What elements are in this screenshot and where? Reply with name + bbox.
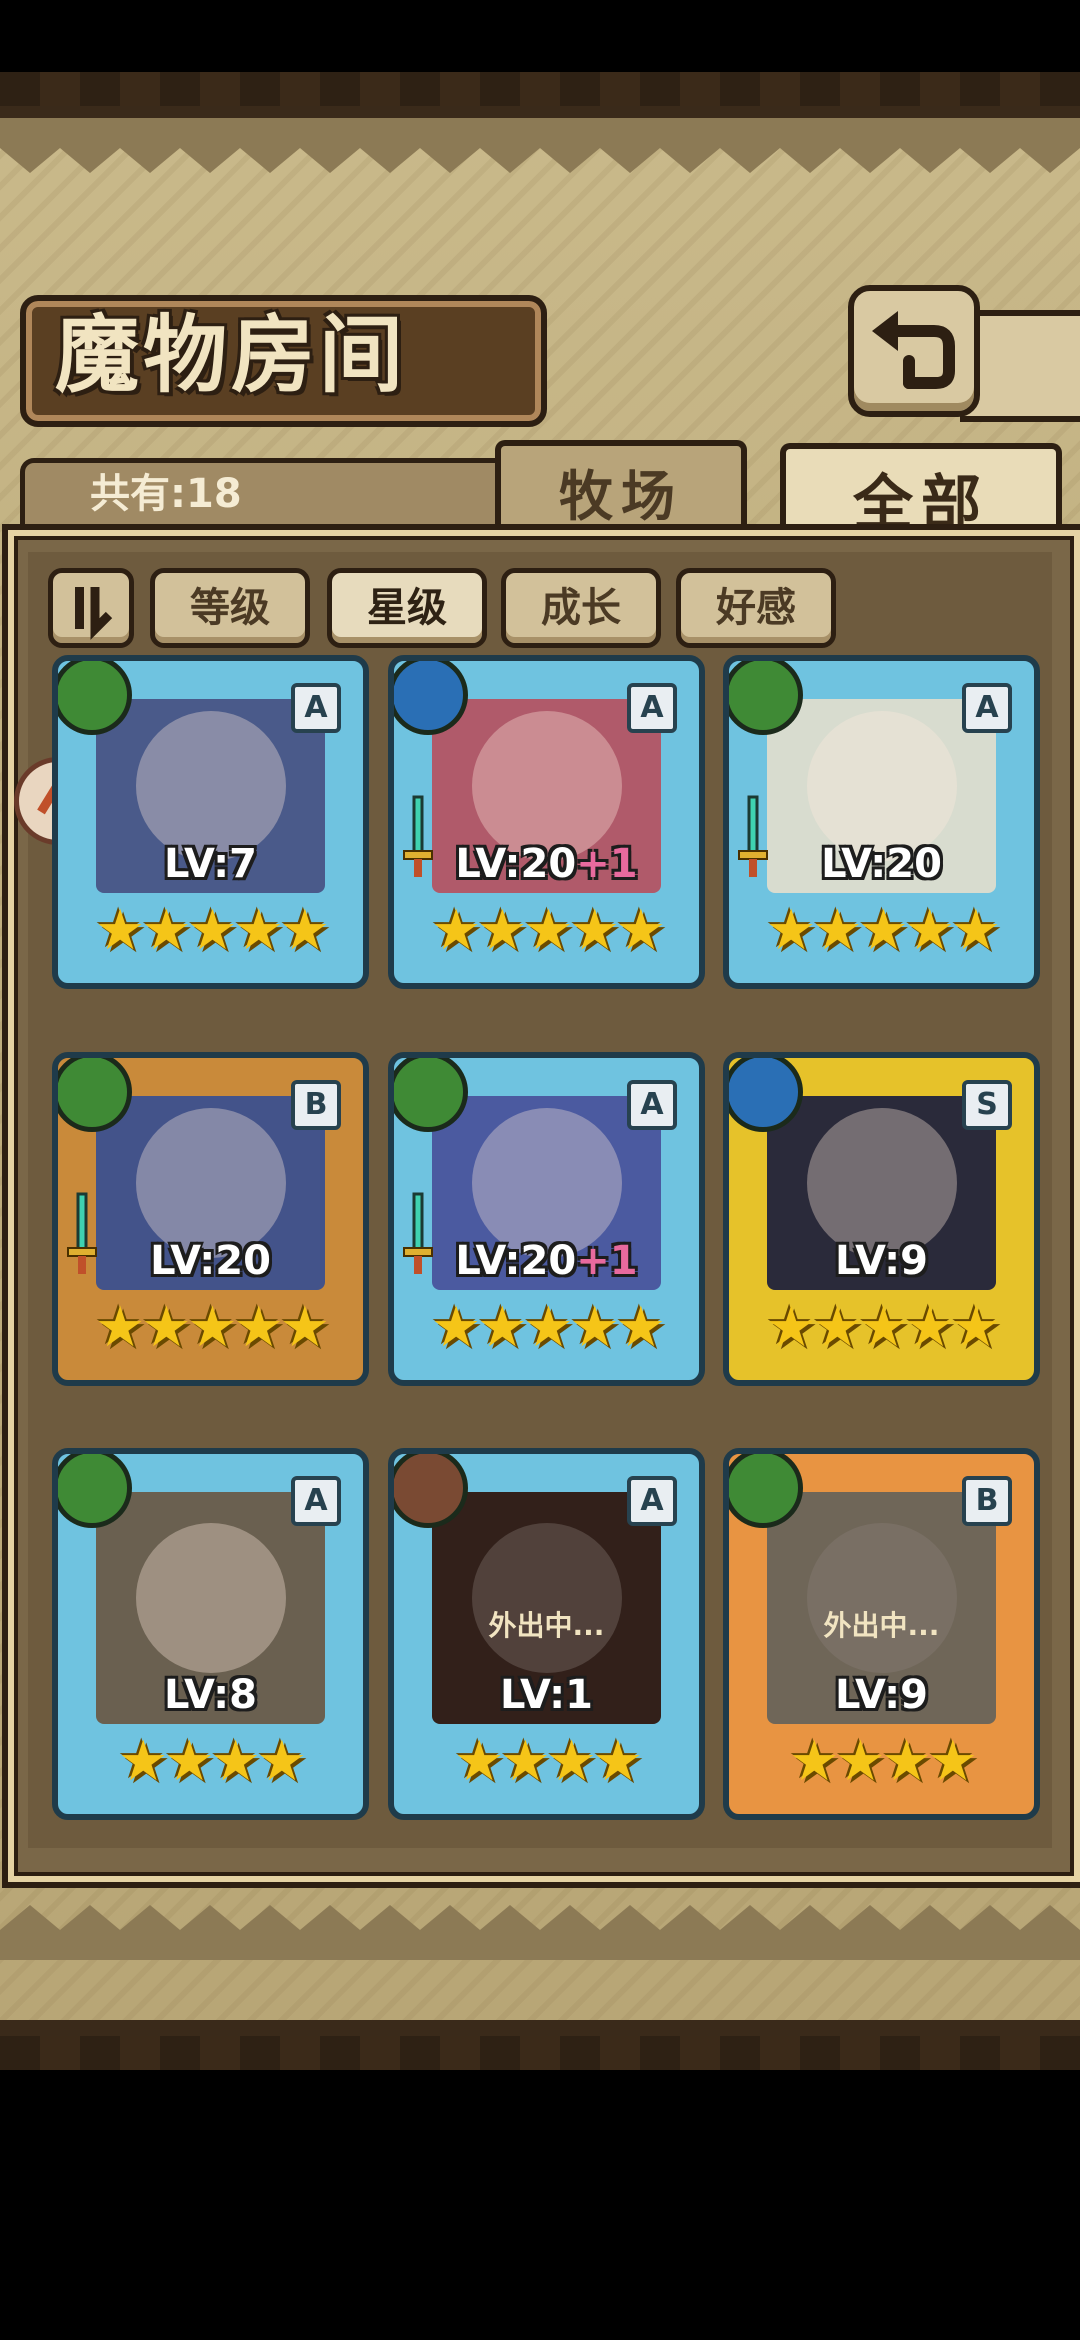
monster-star-rating: ★★★★ bbox=[118, 1729, 307, 1794]
top-wood-stripe bbox=[0, 72, 1080, 106]
monster-level-value: LV:9 bbox=[835, 1238, 928, 1284]
monster-card[interactable]: B 外出中... LV:9 ★★★★ bbox=[723, 1448, 1040, 1820]
monster-face bbox=[806, 1523, 957, 1673]
monster-card[interactable]: A LV:8 ★★★★ bbox=[52, 1448, 369, 1820]
monster-star-rating: ★★★★ bbox=[789, 1729, 978, 1794]
filter-star-button[interactable]: 星级 bbox=[327, 568, 487, 648]
grass-element-icon bbox=[729, 1454, 803, 1528]
monster-level-label: LV:7 bbox=[58, 841, 363, 887]
monster-face bbox=[471, 1108, 622, 1258]
filter-affection-button[interactable]: 好感 bbox=[676, 568, 836, 648]
monster-level-label: LV:1 bbox=[394, 1672, 699, 1718]
monster-card[interactable]: A 外出中... LV:1 ★★★★ bbox=[388, 1448, 705, 1820]
water-element-icon bbox=[394, 661, 468, 735]
filter-growth-button[interactable]: 成长 bbox=[501, 568, 661, 648]
monster-level-label: LV:9 bbox=[729, 1672, 1034, 1718]
earth-element-icon bbox=[394, 1454, 468, 1528]
page-title: 魔物房间 bbox=[55, 305, 408, 404]
bottom-zigzag-border bbox=[0, 1905, 1080, 1960]
grass-element-icon bbox=[58, 1454, 132, 1528]
monster-level-value: LV:20 bbox=[821, 841, 942, 887]
monster-level-bonus: +1 bbox=[576, 841, 638, 887]
monster-level-value: LV:20 bbox=[455, 1238, 577, 1284]
monster-card[interactable]: B LV:20 ★★★★★ bbox=[52, 1052, 369, 1386]
back-button[interactable] bbox=[848, 285, 980, 417]
monster-rank-badge: B bbox=[962, 1476, 1012, 1526]
monster-rank-badge: A bbox=[291, 1476, 341, 1526]
away-status-label: 外出中... bbox=[488, 1609, 605, 1642]
monster-level-value: LV:8 bbox=[164, 1672, 257, 1718]
monster-card[interactable]: A LV:20 ★★★★★ bbox=[723, 655, 1040, 989]
monster-level-value: LV:7 bbox=[164, 841, 257, 887]
monster-star-rating: ★★★★★ bbox=[430, 1295, 666, 1360]
monster-level-value: LV:9 bbox=[835, 1672, 928, 1718]
monster-level-label: LV:20 bbox=[58, 1238, 363, 1284]
tab-ranch[interactable]: 牧场 bbox=[495, 440, 747, 538]
monster-face bbox=[135, 1108, 286, 1258]
monster-star-rating: ★★★★★ bbox=[765, 898, 1001, 963]
monster-star-rating: ★★★★★ bbox=[94, 898, 330, 963]
monster-rank-badge: S bbox=[962, 1080, 1012, 1130]
monster-face bbox=[135, 711, 286, 861]
monster-star-rating: ★★★★★ bbox=[430, 898, 666, 963]
monster-rank-badge: A bbox=[962, 683, 1012, 733]
monster-face bbox=[806, 1108, 957, 1258]
return-arrow-icon bbox=[872, 311, 955, 389]
monster-face bbox=[135, 1523, 286, 1673]
sort-order-button[interactable] bbox=[48, 568, 134, 648]
monster-count-label: 共有:18 bbox=[90, 471, 242, 517]
grass-element-icon bbox=[394, 1058, 468, 1132]
sort-toggle-icon bbox=[75, 587, 113, 640]
monster-card[interactable]: S LV:9 ★★★★★ bbox=[723, 1052, 1040, 1386]
monster-level-label: LV:9 bbox=[729, 1238, 1034, 1284]
away-status-label: 外出中... bbox=[823, 1609, 940, 1642]
monster-level-bonus: +1 bbox=[576, 1238, 638, 1284]
monster-rank-badge: A bbox=[627, 1476, 677, 1526]
top-zigzag-border bbox=[0, 118, 1080, 173]
grass-element-icon bbox=[729, 661, 803, 735]
monster-level-label: LV:8 bbox=[58, 1672, 363, 1718]
monster-star-rating: ★★★★ bbox=[454, 1729, 643, 1794]
monster-face bbox=[471, 1523, 622, 1673]
monster-level-label: LV:20+1 bbox=[394, 1238, 699, 1284]
monster-card[interactable]: A LV:20+1 ★★★★★ bbox=[388, 1052, 705, 1386]
monster-rank-badge: A bbox=[627, 1080, 677, 1130]
filter-level-button[interactable]: 等级 bbox=[150, 568, 310, 648]
monster-face bbox=[806, 711, 957, 861]
monster-level-label: LV:20+1 bbox=[394, 841, 699, 887]
bottom-wood-stripe bbox=[0, 2036, 1080, 2070]
grass-element-icon bbox=[58, 661, 132, 735]
monster-rank-badge: A bbox=[627, 683, 677, 733]
monster-rank-badge: A bbox=[291, 683, 341, 733]
monster-card[interactable]: A LV:7 ★★★★★ bbox=[52, 655, 369, 989]
monster-level-value: LV:1 bbox=[500, 1672, 593, 1718]
monster-face bbox=[471, 711, 622, 861]
monster-rank-badge: B bbox=[291, 1080, 341, 1130]
monster-level-label: LV:20 bbox=[729, 841, 1034, 887]
monster-card[interactable]: A LV:20+1 ★★★★★ bbox=[388, 655, 705, 989]
monster-star-rating: ★★★★★ bbox=[94, 1295, 330, 1360]
grass-element-icon bbox=[58, 1058, 132, 1132]
monster-level-value: LV:20 bbox=[455, 841, 577, 887]
monster-level-value: LV:20 bbox=[150, 1238, 271, 1284]
monster-star-rating: ★★★★★ bbox=[765, 1295, 1001, 1360]
water-element-icon bbox=[729, 1058, 803, 1132]
